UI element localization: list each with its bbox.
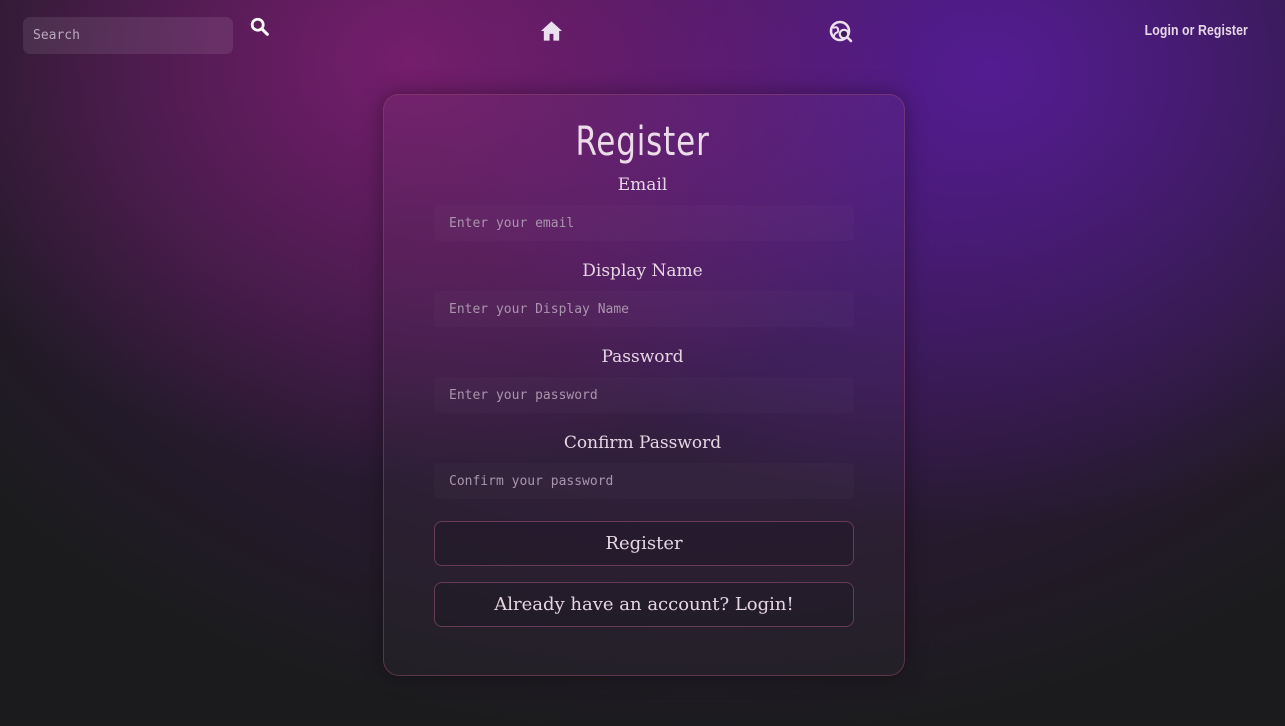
- top-nav: Login or Register: [0, 0, 1285, 64]
- login-register-link[interactable]: Login or Register: [1145, 22, 1248, 39]
- search-input[interactable]: [23, 17, 233, 54]
- password-field[interactable]: [434, 377, 854, 413]
- search-button[interactable]: [249, 16, 273, 40]
- login-instead-button[interactable]: Already have an account? Login!: [434, 582, 854, 627]
- confirm-password-label: Confirm Password: [563, 433, 722, 453]
- home-icon: [540, 21, 563, 41]
- display-name-field[interactable]: [434, 291, 854, 327]
- page-title: Register: [575, 119, 710, 165]
- email-label: Email: [617, 175, 668, 195]
- register-button[interactable]: Register: [434, 521, 854, 566]
- search-icon: [250, 17, 269, 36]
- display-name-label: Display Name: [582, 261, 703, 281]
- email-field[interactable]: [434, 205, 854, 241]
- explore-button[interactable]: [829, 20, 853, 44]
- home-button[interactable]: [540, 20, 563, 42]
- confirm-password-field[interactable]: [434, 463, 854, 499]
- password-label: Password: [601, 347, 684, 367]
- explore-icon: [829, 20, 853, 43]
